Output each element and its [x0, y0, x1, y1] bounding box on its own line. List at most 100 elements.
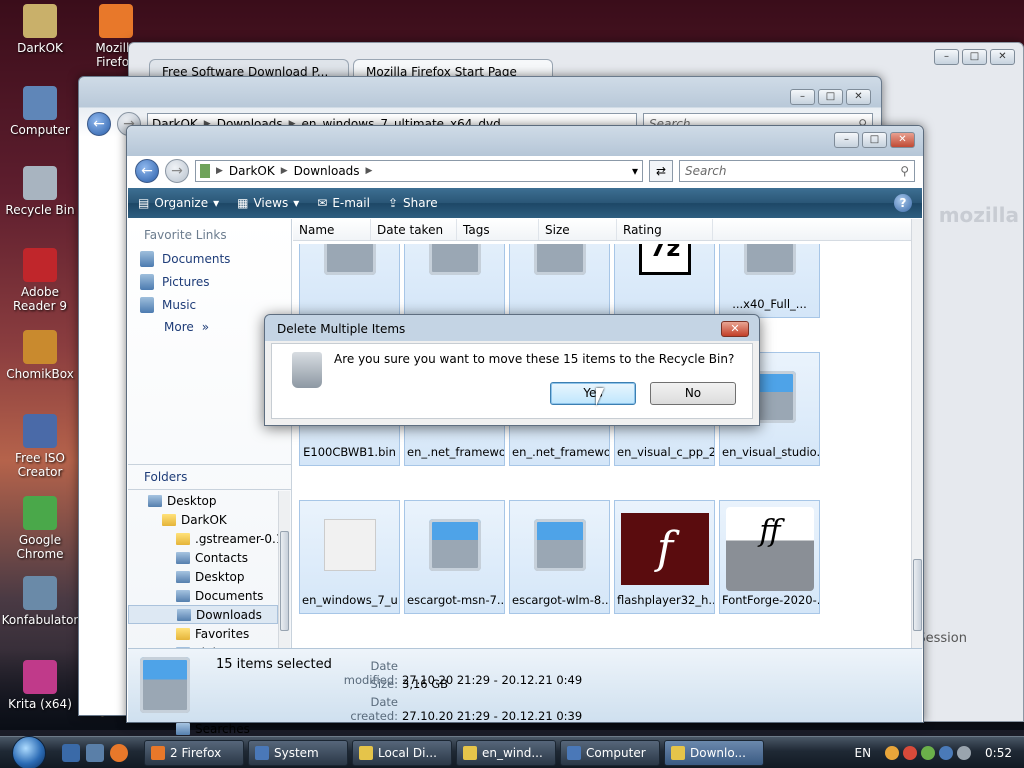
organize-button[interactable]: ▤ Organize ▾ — [138, 196, 219, 210]
column-rating[interactable]: Rating — [617, 219, 713, 240]
maximize-button[interactable]: □ — [862, 132, 887, 148]
taskbar-button[interactable]: 2 Firefox — [144, 739, 244, 766]
taskbar-button-label: Local Di... — [378, 745, 437, 760]
tree-item[interactable]: Contacts — [128, 548, 278, 567]
tray-status-icon[interactable] — [921, 746, 936, 760]
desktop-icon[interactable]: Recycle Bin — [0, 166, 80, 217]
maximize-button[interactable]: □ — [818, 89, 843, 105]
close-button[interactable]: ✕ — [890, 132, 915, 148]
tray-shield-icon[interactable] — [903, 746, 918, 760]
app-icon — [23, 576, 57, 610]
file-item[interactable]: escargot-msn-7.... — [404, 500, 505, 614]
date-created: Date created: 27.10.20 21:29 - 20.12.21 0… — [350, 695, 583, 723]
dropdown-arrow-icon[interactable]: ▾ — [632, 164, 638, 178]
fontforge-icon: ff — [726, 507, 814, 591]
refresh-button[interactable]: ⇄ — [649, 160, 673, 182]
clock[interactable]: 0:52 — [985, 746, 1012, 760]
column-date-taken[interactable]: Date taken — [371, 219, 457, 240]
file-item[interactable]: en_windows_7_u... — [299, 500, 400, 614]
taskbar-button[interactable]: en_wind... — [456, 739, 556, 766]
close-button[interactable]: ✕ — [846, 89, 871, 105]
tray-volume-icon[interactable] — [957, 746, 972, 760]
taskbar-button[interactable]: Local Di... — [352, 739, 452, 766]
mozilla-brand: mozilla — [938, 203, 1019, 227]
language-indicator[interactable]: EN — [854, 746, 871, 760]
breadcrumb-item[interactable]: DarkOK — [229, 164, 275, 178]
file-name: E100CBWB1.bin — [303, 445, 396, 459]
file-name: FontForge-2020-... — [722, 593, 819, 607]
favorite-link-documents[interactable]: Documents — [128, 248, 291, 271]
yes-button[interactable]: Yes — [550, 382, 636, 405]
scroll-thumb[interactable] — [913, 559, 922, 631]
minimize-button[interactable]: – — [790, 89, 815, 105]
desktop-icon[interactable]: ChomikBox — [0, 330, 80, 381]
column-size[interactable]: Size — [539, 219, 617, 240]
tray-network-icon[interactable] — [939, 746, 954, 760]
share-button[interactable]: ⇪ Share — [388, 196, 438, 210]
chevron-down-icon: ▾ — [293, 196, 300, 210]
delete-dialog[interactable]: Delete Multiple Items ✕ Are you sure you… — [264, 314, 760, 426]
desktop-icon[interactable]: Google Chrome — [0, 496, 80, 561]
desktop-icon[interactable]: DarkOK — [0, 4, 80, 55]
file-item[interactable] — [509, 244, 610, 318]
back-button[interactable]: ← — [87, 112, 111, 136]
desktop-icon[interactable]: Free ISO Creator — [0, 414, 80, 479]
email-icon: ✉ — [317, 196, 328, 210]
file-item[interactable]: 7z — [614, 244, 715, 318]
tree-item-label: Searches — [195, 721, 250, 736]
start-button[interactable] — [12, 735, 46, 768]
views-button[interactable]: ▦ Views ▾ — [237, 196, 299, 210]
desktop-icon[interactable]: Konfabulator — [0, 576, 80, 627]
forward-button[interactable]: → — [165, 159, 189, 183]
file-scrollbar[interactable] — [911, 219, 923, 649]
tree-scrollbar[interactable] — [278, 491, 290, 649]
taskbar-button[interactable]: System — [248, 739, 348, 766]
file-item[interactable]: ...x40_Full_... — [719, 244, 820, 318]
session-link[interactable]: Session — [917, 631, 967, 646]
file-item[interactable]: f flashplayer32_h... — [614, 500, 715, 614]
tree-item[interactable]: Documents — [128, 586, 278, 605]
tree-item[interactable]: Downloads — [128, 605, 278, 624]
switch-windows-icon[interactable] — [86, 743, 104, 762]
breadcrumb-item[interactable]: Downloads — [294, 164, 360, 178]
back-button[interactable]: ← — [135, 159, 159, 183]
taskbar-button[interactable]: Computer — [560, 739, 660, 766]
search-input[interactable]: Search ⚲ — [679, 160, 915, 182]
tray-app-icon[interactable] — [885, 746, 900, 760]
file-item[interactable]: escargot-wlm-8.... — [509, 500, 610, 614]
minimize-button[interactable]: – — [834, 132, 859, 148]
chevron-right-icon: ▶ — [365, 166, 373, 176]
file-item[interactable] — [404, 244, 505, 318]
desktop-icon[interactable]: Krita (x64) — [0, 660, 80, 711]
show-desktop-icon[interactable] — [62, 743, 80, 762]
email-button[interactable]: ✉ E-mail — [317, 196, 370, 210]
folders-header[interactable]: Folders — [128, 464, 292, 490]
tree-item[interactable]: Desktop — [128, 567, 278, 586]
favorite-link-pictures[interactable]: Pictures — [128, 271, 291, 294]
app-icon — [23, 86, 57, 120]
no-button[interactable]: No — [650, 382, 736, 405]
dialog-close-button[interactable]: ✕ — [721, 321, 749, 337]
address-bar[interactable]: ▶ DarkOK ▶ Downloads ▶ ▾ — [195, 160, 643, 182]
taskbar-button[interactable]: Downlo... — [664, 739, 764, 766]
title-bar[interactable] — [127, 126, 923, 156]
column-name[interactable]: Name — [293, 219, 371, 240]
tree-item-label: Documents — [195, 588, 264, 603]
minimize-button[interactable]: – — [934, 49, 959, 65]
file-item[interactable]: ff FontForge-2020-... — [719, 500, 820, 614]
music-icon — [140, 297, 154, 313]
tree-item[interactable]: DarkOK — [128, 510, 278, 529]
file-item[interactable] — [299, 244, 400, 318]
scroll-thumb[interactable] — [280, 531, 289, 631]
column-tags[interactable]: Tags — [457, 219, 539, 240]
firefox-icon[interactable] — [110, 743, 128, 762]
maximize-button[interactable]: □ — [962, 49, 987, 65]
installer-icon — [744, 244, 796, 275]
desktop-icon[interactable]: Adobe Reader 9 — [0, 248, 80, 313]
tree-item[interactable]: .gstreamer-0.10 — [128, 529, 278, 548]
close-button[interactable]: ✕ — [990, 49, 1015, 65]
help-icon[interactable]: ? — [894, 194, 912, 212]
desktop-icon[interactable]: Computer — [0, 86, 80, 137]
tree-item[interactable]: Desktop — [128, 491, 278, 510]
tree-item[interactable]: Favorites — [128, 624, 278, 643]
